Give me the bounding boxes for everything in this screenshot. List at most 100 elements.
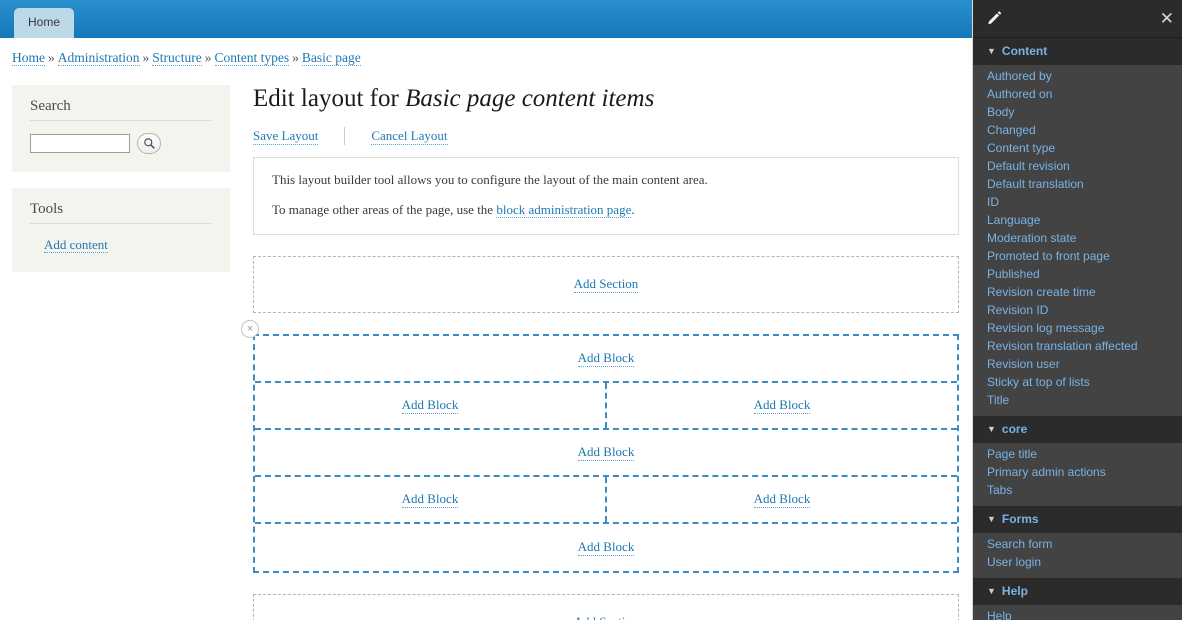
- panel-item-promoted-to-front-page[interactable]: Promoted to front page: [973, 247, 1182, 265]
- breadcrumb-separator: »: [48, 50, 55, 65]
- panel-group-label: Help: [1001, 584, 1028, 598]
- panel-groups: ▼ Content Authored by Authored on Body Change…: [973, 38, 1182, 620]
- add-block-link[interactable]: Add Block: [577, 539, 635, 556]
- panel-item-body[interactable]: Body: [973, 103, 1182, 121]
- panel-item-revision-create-time[interactable]: Revision create time: [973, 283, 1182, 301]
- panel-item-changed[interactable]: Changed: [973, 121, 1182, 139]
- remove-section-button[interactable]: ×: [241, 320, 259, 338]
- layout-region: Add Block: [255, 336, 957, 381]
- breadcrumb-item-administration[interactable]: Administration: [57, 50, 140, 66]
- toolbar-tab-home-label: Home: [28, 15, 61, 29]
- block-administration-page-link[interactable]: block administration page: [496, 202, 632, 218]
- breadcrumb: Home» Administration» Structure» Content ty…: [12, 50, 361, 66]
- panel-item-user-login[interactable]: User login: [973, 553, 1182, 571]
- panel-item-published[interactable]: Published: [973, 265, 1182, 283]
- chevron-down-icon: ▼: [987, 586, 996, 596]
- panel-item-title[interactable]: Title: [973, 391, 1182, 409]
- pencil-icon-glyph: [988, 11, 1002, 25]
- layout-row: Add Block: [255, 430, 957, 477]
- panel-group-forms[interactable]: ▼ Forms: [973, 506, 1182, 533]
- panel-item-content-type[interactable]: Content type: [973, 139, 1182, 157]
- layout-section-rows: Add Block Add Block Add Block Add Block Add …: [255, 336, 957, 571]
- panel-item-revision-log-message[interactable]: Revision log message: [973, 319, 1182, 337]
- search-input[interactable]: [30, 134, 130, 153]
- panel-item-default-revision[interactable]: Default revision: [973, 157, 1182, 175]
- add-block-link[interactable]: Add Block: [577, 350, 635, 367]
- chevron-down-icon: ▼: [987, 46, 996, 56]
- panel-item-primary-admin-actions[interactable]: Primary admin actions: [973, 463, 1182, 481]
- close-icon[interactable]: ✕: [1160, 10, 1174, 27]
- search-icon: [143, 138, 155, 149]
- layout-region: Add Block: [255, 524, 957, 571]
- panel-group-help[interactable]: ▼ Help: [973, 578, 1182, 605]
- layout-description-box: This layout builder tool allows you to c…: [253, 157, 959, 235]
- cancel-layout-button[interactable]: Cancel Layout: [371, 128, 448, 145]
- chevron-down-icon: ▼: [987, 424, 996, 434]
- layout-region: Add Block: [605, 383, 957, 428]
- layout-row: Add Block: [255, 336, 957, 383]
- panel-item-moderation-state[interactable]: Moderation state: [973, 229, 1182, 247]
- breadcrumb-item-home[interactable]: Home: [12, 50, 45, 66]
- breadcrumb-separator: »: [204, 50, 212, 65]
- add-section-link-bottom[interactable]: Add Section: [574, 614, 639, 620]
- breadcrumb-separator: »: [142, 50, 150, 65]
- panel-item-authored-on[interactable]: Authored on: [973, 85, 1182, 103]
- page-title-prefix: Edit layout for: [253, 85, 406, 112]
- panel-item-help[interactable]: Help: [973, 607, 1182, 620]
- breadcrumb-item-structure[interactable]: Structure: [152, 50, 202, 66]
- panel-item-tabs[interactable]: Tabs: [973, 481, 1182, 499]
- panel-group-list: Authored by Authored on Body Changed Content…: [973, 65, 1182, 416]
- panel-group-content[interactable]: ▼ Content: [973, 38, 1182, 65]
- panel-header: ✕: [973, 0, 1182, 38]
- panel-item-revision-translation-affected[interactable]: Revision translation affected: [973, 337, 1182, 355]
- add-block-link[interactable]: Add Block: [753, 491, 811, 508]
- page-root: Home Home» Administration» Structure» Conte…: [0, 0, 1182, 620]
- sidebar-block-search: Search: [12, 85, 230, 172]
- search-form: [30, 133, 212, 154]
- panel-group-label: Forms: [1001, 512, 1039, 526]
- add-section-top[interactable]: Add Section: [253, 256, 959, 313]
- sidebar-search-title: Search: [30, 98, 212, 121]
- breadcrumb-item-basic-page[interactable]: Basic page: [301, 50, 361, 66]
- panel-item-revision-id[interactable]: Revision ID: [973, 301, 1182, 319]
- sidebar-tools-links: Add content: [30, 236, 212, 254]
- panel-group-list: Page title Primary admin actions Tabs: [973, 443, 1182, 506]
- panel-item-revision-user[interactable]: Revision user: [973, 355, 1182, 373]
- description-line-1: This layout builder tool allows you to c…: [272, 172, 708, 187]
- page-title: Edit layout for Basic page content items: [253, 85, 959, 113]
- add-block-link[interactable]: Add Block: [577, 444, 635, 461]
- layout-row: Add Block Add Block: [255, 383, 957, 430]
- panel-item-authored-by[interactable]: Authored by: [973, 67, 1182, 85]
- actions-divider: [344, 127, 346, 145]
- layout-region: Add Block: [605, 477, 957, 522]
- add-block-link[interactable]: Add Block: [401, 491, 459, 508]
- add-section-bottom[interactable]: Add Section: [253, 594, 959, 620]
- add-section-link-top[interactable]: Add Section: [573, 276, 639, 293]
- sidebar-item-add-content[interactable]: Add content: [44, 237, 108, 253]
- sidebar: Search Tools Add content: [12, 85, 230, 288]
- breadcrumb-separator: »: [292, 50, 299, 65]
- sidebar-block-tools: Tools Add content: [12, 188, 230, 272]
- search-submit-button[interactable]: [137, 133, 161, 154]
- sidebar-tools-title: Tools: [30, 201, 212, 224]
- main-content: Edit layout for Basic page content items…: [241, 85, 959, 620]
- panel-group-core[interactable]: ▼ core: [973, 416, 1182, 443]
- panel-item-id[interactable]: ID: [973, 193, 1182, 211]
- layout-row: Add Block: [255, 524, 957, 571]
- pencil-icon[interactable]: [987, 10, 1002, 27]
- save-layout-button[interactable]: Save Layout: [253, 128, 319, 145]
- panel-item-sticky-at-top-of-lists[interactable]: Sticky at top of lists: [973, 373, 1182, 391]
- panel-item-page-title[interactable]: Page title: [973, 445, 1182, 463]
- panel-item-search-form[interactable]: Search form: [973, 535, 1182, 553]
- add-block-link[interactable]: Add Block: [753, 397, 811, 414]
- layout-region: Add Block: [255, 430, 957, 475]
- toolbar-tab-home[interactable]: Home: [14, 8, 75, 38]
- panel-item-default-translation[interactable]: Default translation: [973, 175, 1182, 193]
- description-line-2-before: To manage other areas of the page, use t…: [272, 202, 497, 217]
- panel-group-list: Help: [973, 605, 1182, 620]
- panel-item-language[interactable]: Language: [973, 211, 1182, 229]
- layout-region: Add Block: [255, 477, 605, 522]
- breadcrumb-item-content-types[interactable]: Content types: [214, 50, 290, 66]
- panel-group-label: Content: [1001, 44, 1048, 58]
- add-block-link[interactable]: Add Block: [401, 397, 459, 414]
